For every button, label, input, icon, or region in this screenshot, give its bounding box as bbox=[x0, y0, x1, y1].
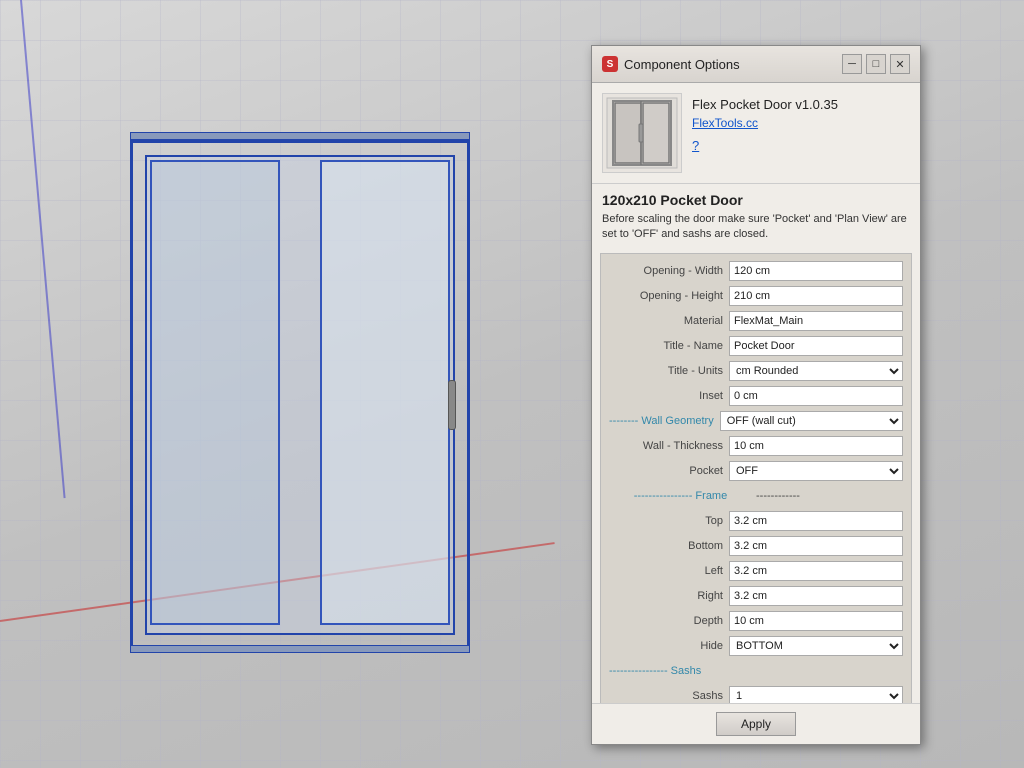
product-info: Flex Pocket Door v1.0.35 FlexTools.cc ? bbox=[692, 93, 838, 173]
left-label: Left bbox=[609, 565, 729, 577]
material-input[interactable] bbox=[729, 311, 903, 331]
right-input[interactable] bbox=[729, 586, 903, 606]
title-name-row: Title - Name bbox=[609, 335, 903, 357]
frame-separator-label: ---------------- Frame bbox=[609, 490, 752, 502]
title-units-row: Title - Units cm Rounded cm mm inches fe… bbox=[609, 360, 903, 382]
dialog-content[interactable]: 120x210 Pocket Door Before scaling the d… bbox=[592, 184, 920, 703]
opening-height-label: Opening - Height bbox=[609, 290, 729, 302]
sashs-row: Sashs 1 2 3 4 bbox=[609, 685, 903, 703]
top-input[interactable] bbox=[729, 511, 903, 531]
opening-height-row: Opening - Height bbox=[609, 285, 903, 307]
title-units-select[interactable]: cm Rounded cm mm inches feet bbox=[729, 361, 903, 381]
door-panel-left bbox=[150, 160, 280, 625]
right-label: Right bbox=[609, 590, 729, 602]
bottom-label: Bottom bbox=[609, 540, 729, 552]
wall-thickness-input[interactable] bbox=[729, 436, 903, 456]
frame-separator-row: ---------------- Frame ------------ bbox=[609, 485, 903, 507]
component-options-dialog: S Component Options ─ □ ✕ bbox=[591, 45, 921, 745]
wall-thickness-row: Wall - Thickness bbox=[609, 435, 903, 457]
pocket-row: Pocket OFF ON bbox=[609, 460, 903, 482]
sashs-separator-row: ---------------- Sashs bbox=[609, 660, 903, 682]
material-label: Material bbox=[609, 315, 729, 327]
sashs-separator-label: ---------------- Sashs bbox=[609, 665, 903, 677]
close-button[interactable]: ✕ bbox=[890, 54, 910, 74]
pocket-label: Pocket bbox=[609, 465, 729, 477]
inset-row: Inset bbox=[609, 385, 903, 407]
dialog-controls[interactable]: ─ □ ✕ bbox=[842, 54, 910, 74]
maximize-button[interactable]: □ bbox=[866, 54, 886, 74]
bottom-row: Bottom bbox=[609, 535, 903, 557]
opening-width-label: Opening - Width bbox=[609, 265, 729, 277]
door-illustration bbox=[100, 140, 520, 670]
dialog-title: Component Options bbox=[624, 57, 740, 72]
top-label: Top bbox=[609, 515, 729, 527]
dialog-title-left: S Component Options bbox=[602, 56, 740, 72]
dialog-header: Flex Pocket Door v1.0.35 FlexTools.cc ? bbox=[592, 83, 920, 184]
product-name: Flex Pocket Door v1.0.35 bbox=[692, 97, 838, 112]
opening-width-input[interactable] bbox=[729, 261, 903, 281]
product-thumbnail bbox=[602, 93, 682, 173]
door-handle bbox=[448, 380, 456, 430]
title-units-label: Title - Units bbox=[609, 365, 729, 377]
wall-geometry-row: -------- Wall Geometry OFF (wall cut) ON… bbox=[609, 410, 903, 432]
title-name-label: Title - Name bbox=[609, 340, 729, 352]
sashs-label: Sashs bbox=[609, 690, 729, 702]
wall-geometry-select[interactable]: OFF (wall cut) ON OFF bbox=[720, 411, 903, 431]
product-link[interactable]: FlexTools.cc bbox=[692, 116, 838, 130]
dialog-titlebar: S Component Options ─ □ ✕ bbox=[592, 46, 920, 83]
minimize-button[interactable]: ─ bbox=[842, 54, 862, 74]
dialog-footer: Apply bbox=[592, 703, 920, 744]
wall-thickness-label: Wall - Thickness bbox=[609, 440, 729, 452]
frame-dashes: ------------ bbox=[752, 486, 903, 506]
product-help[interactable]: ? bbox=[692, 138, 838, 153]
pocket-select[interactable]: OFF ON bbox=[729, 461, 903, 481]
blue-axis-line bbox=[20, 0, 66, 498]
section-title: 120x210 Pocket Door bbox=[592, 184, 920, 212]
right-row: Right bbox=[609, 585, 903, 607]
depth-input[interactable] bbox=[729, 611, 903, 631]
door-panel-right bbox=[320, 160, 450, 625]
depth-label: Depth bbox=[609, 615, 729, 627]
opening-height-input[interactable] bbox=[729, 286, 903, 306]
wall-geometry-label: -------- Wall Geometry bbox=[609, 415, 720, 427]
depth-row: Depth bbox=[609, 610, 903, 632]
hide-label: Hide bbox=[609, 640, 729, 652]
title-name-input[interactable] bbox=[729, 336, 903, 356]
top-row: Top bbox=[609, 510, 903, 532]
bottom-input[interactable] bbox=[729, 536, 903, 556]
door-thumbnail-svg bbox=[605, 96, 679, 170]
apply-button[interactable]: Apply bbox=[716, 712, 796, 736]
properties-panel: Opening - Width Opening - Height Materia… bbox=[600, 253, 912, 703]
door-track-bottom bbox=[130, 645, 470, 653]
inset-label: Inset bbox=[609, 390, 729, 402]
door-track-top bbox=[130, 132, 470, 140]
section-note: Before scaling the door make sure 'Pocke… bbox=[592, 212, 920, 249]
sashs-select[interactable]: 1 2 3 4 bbox=[729, 686, 903, 703]
opening-width-row: Opening - Width bbox=[609, 260, 903, 282]
material-row: Material bbox=[609, 310, 903, 332]
left-input[interactable] bbox=[729, 561, 903, 581]
left-row: Left bbox=[609, 560, 903, 582]
inset-input[interactable] bbox=[729, 386, 903, 406]
app-icon: S bbox=[602, 56, 618, 72]
hide-select[interactable]: BOTTOM TOP LEFT RIGHT NONE bbox=[729, 636, 903, 656]
hide-row: Hide BOTTOM TOP LEFT RIGHT NONE bbox=[609, 635, 903, 657]
